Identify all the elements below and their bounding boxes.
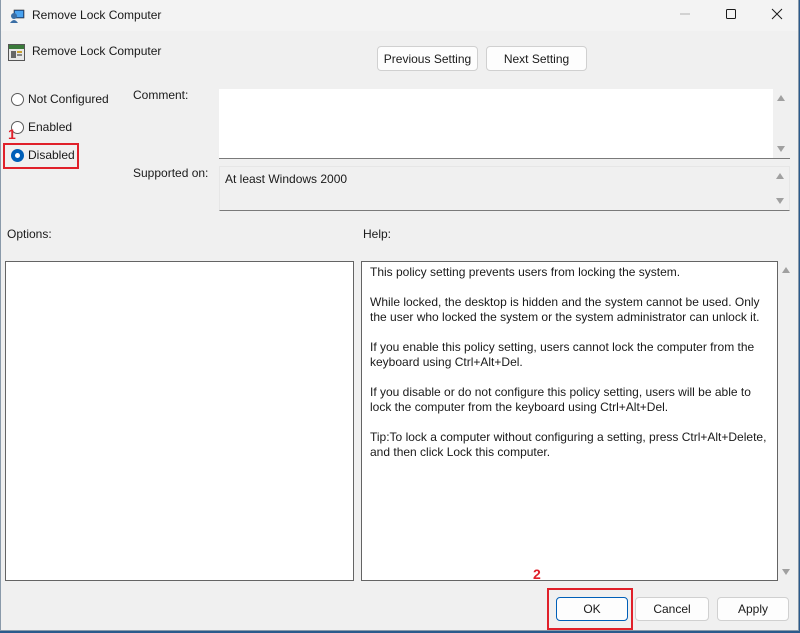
annotation-number: 1: [8, 126, 16, 142]
cancel-button[interactable]: Cancel: [635, 597, 709, 621]
minimize-button[interactable]: [662, 0, 708, 31]
radio-label: Not Configured: [28, 92, 109, 106]
radio-label: Enabled: [28, 120, 73, 134]
scroll-down-icon[interactable]: [782, 569, 790, 575]
policy-setting-icon: [8, 44, 25, 61]
scroll-up-icon[interactable]: [782, 267, 790, 273]
next-setting-button[interactable]: Next Setting: [486, 46, 587, 71]
policy-dialog-window: Remove Lock Computer Remove Lock Compute…: [0, 0, 799, 631]
apply-button[interactable]: Apply: [717, 597, 789, 621]
help-paragraph: If you enable this policy setting, users…: [370, 340, 755, 369]
radio-not-configured[interactable]: Not Configured: [11, 92, 109, 106]
annotation-box-ok: [547, 588, 633, 630]
help-scrollbar[interactable]: [778, 261, 798, 581]
annotation-box-disabled: [3, 143, 79, 169]
help-label: Help:: [363, 227, 392, 241]
help-paragraph: While locked, the desktop is hidden and …: [370, 295, 760, 324]
policy-app-icon: [9, 8, 25, 24]
help-paragraph: If you disable or do not configure this …: [370, 385, 751, 414]
maximize-icon: [725, 8, 737, 23]
minimize-icon: [679, 8, 691, 23]
radio-enabled[interactable]: Enabled: [11, 120, 72, 134]
help-panel: This policy setting prevents users from …: [361, 261, 778, 581]
title-bar: Remove Lock Computer: [1, 0, 798, 31]
previous-setting-button[interactable]: Previous Setting: [377, 46, 478, 71]
window-title: Remove Lock Computer: [32, 8, 162, 22]
annotation-number: 2: [533, 566, 541, 582]
comment-label: Comment:: [133, 88, 189, 102]
radio-button[interactable]: [11, 92, 24, 106]
supported-on-value: At least Windows 2000: [225, 172, 348, 186]
scroll-down-icon[interactable]: [777, 146, 785, 152]
scroll-up-icon[interactable]: [776, 173, 784, 179]
supported-on-label: Supported on:: [133, 166, 209, 180]
supported-scrollbar[interactable]: [772, 167, 789, 210]
options-label: Options:: [7, 227, 52, 241]
close-icon: [771, 8, 783, 23]
supported-on-field: At least Windows 2000: [219, 166, 790, 211]
close-button[interactable]: [754, 0, 800, 31]
scroll-down-icon[interactable]: [776, 198, 784, 204]
comment-scrollbar[interactable]: [773, 89, 790, 158]
comment-textarea[interactable]: [219, 89, 790, 159]
help-paragraph: Tip:To lock a computer without configuri…: [370, 430, 767, 459]
setting-title: Remove Lock Computer: [32, 44, 162, 58]
scroll-up-icon[interactable]: [777, 95, 785, 101]
options-panel: [5, 261, 354, 581]
help-paragraph: This policy setting prevents users from …: [370, 265, 681, 279]
maximize-button[interactable]: [708, 0, 754, 31]
